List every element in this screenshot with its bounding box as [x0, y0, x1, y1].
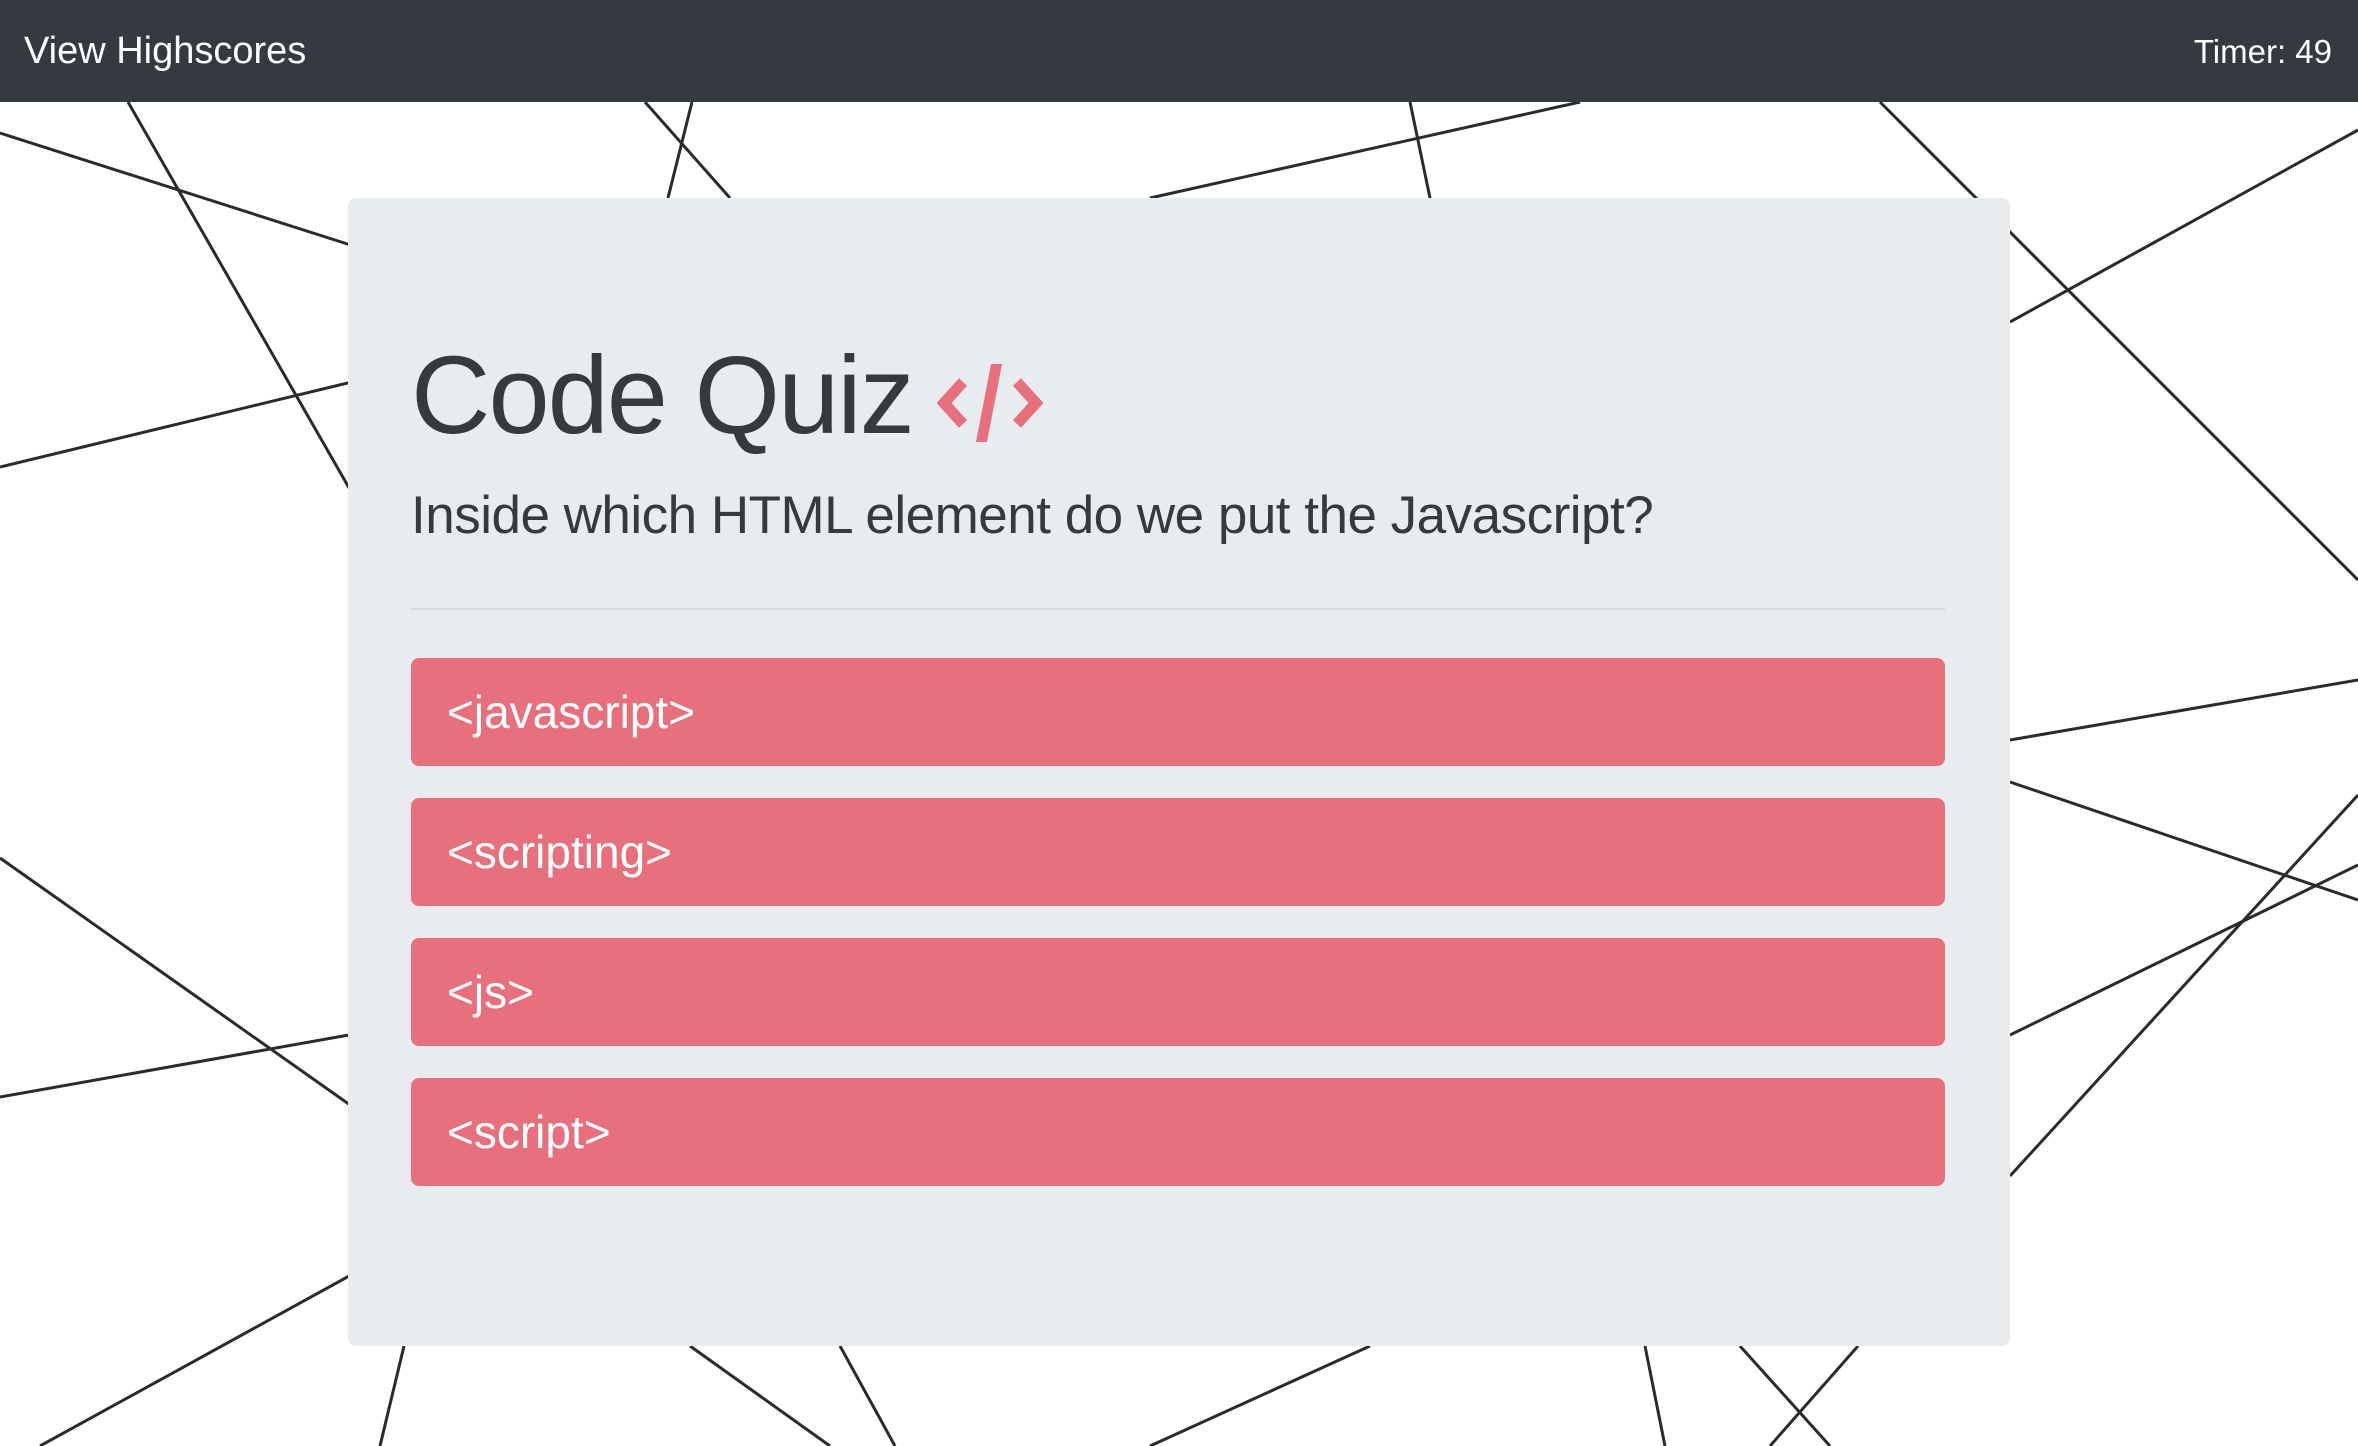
answer-list: <javascript> <scripting> <js> <script>	[411, 658, 1945, 1218]
answer-button-script[interactable]: <script>	[411, 1078, 1945, 1186]
page-title: Code Quiz	[411, 334, 915, 457]
answer-button-javascript[interactable]: <javascript>	[411, 658, 1945, 766]
answer-button-js[interactable]: <js>	[411, 938, 1945, 1046]
top-navbar: View Highscores Timer: 49	[0, 0, 2358, 102]
question-text: Inside which HTML element do we put the …	[411, 486, 1654, 545]
code-icon	[936, 364, 1043, 442]
quiz-card: Code Quiz Inside which HTML element do w…	[348, 198, 2010, 1346]
divider	[411, 608, 1945, 610]
timer-display: Timer: 49	[2193, 32, 2332, 70]
title-row: Code Quiz	[411, 326, 1043, 466]
view-highscores-link[interactable]: View Highscores	[24, 32, 306, 70]
answer-button-scripting[interactable]: <scripting>	[411, 798, 1945, 906]
